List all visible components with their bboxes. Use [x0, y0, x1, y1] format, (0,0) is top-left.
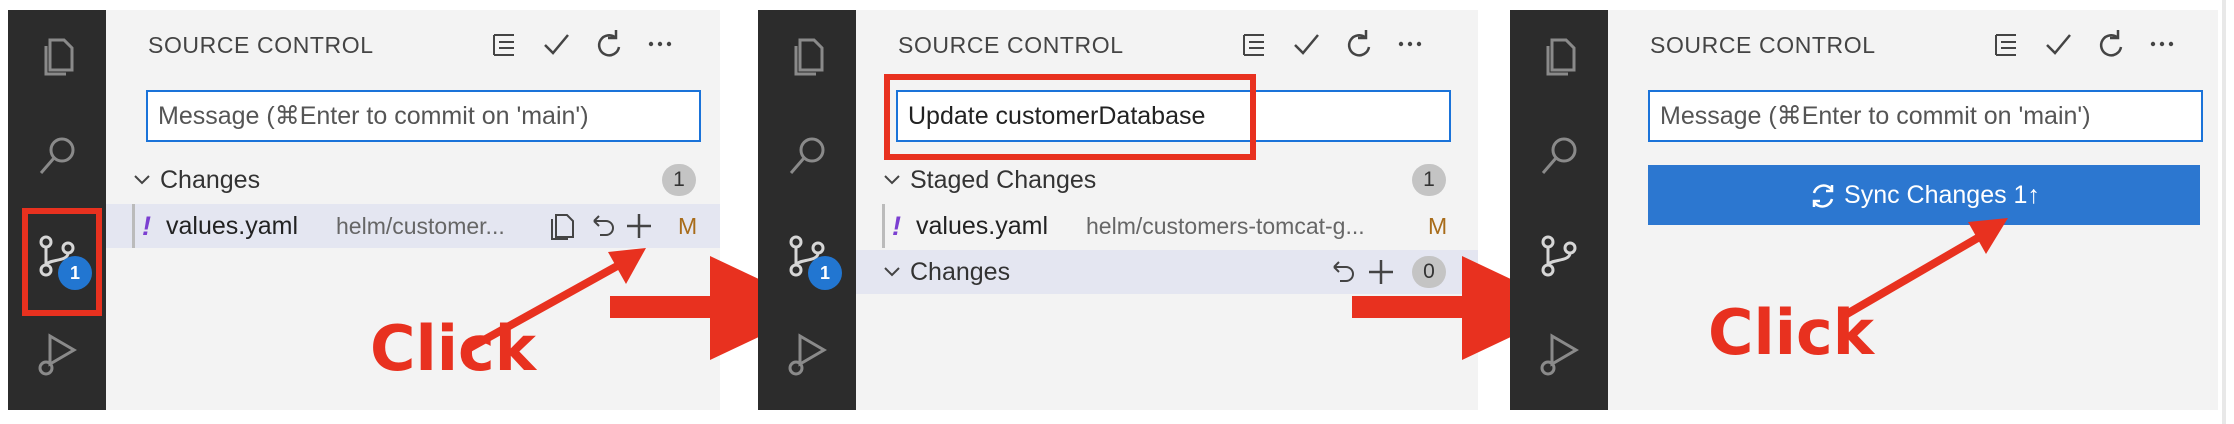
run-debug-icon[interactable] — [32, 328, 84, 380]
commit-message-input[interactable]: Message (⌘Enter to commit on 'main') — [146, 90, 701, 142]
activity-bar — [1510, 10, 1608, 410]
modified-status: M — [678, 213, 698, 239]
warning-marker: ! — [142, 211, 151, 241]
checkmark-icon[interactable] — [2040, 26, 2076, 62]
run-debug-icon[interactable] — [1534, 328, 1586, 380]
checkmark-icon[interactable] — [1288, 26, 1324, 62]
activity-bar: 1 — [8, 10, 106, 410]
refresh-icon[interactable] — [590, 26, 626, 62]
refresh-icon[interactable] — [2092, 26, 2128, 62]
changes-section-header[interactable]: Changes 1 — [106, 158, 720, 202]
checkmark-icon[interactable] — [538, 26, 574, 62]
staged-changes-label: Staged Changes — [910, 166, 1097, 194]
sync-changes-label: Sync Changes 1↑ — [1844, 181, 2040, 209]
search-icon[interactable] — [782, 130, 834, 182]
explorer-icon[interactable] — [782, 32, 834, 84]
staged-changes-count: 1 — [1412, 164, 1446, 196]
annotation-click-text: Click — [1708, 296, 1874, 369]
changes-count: 1 — [662, 164, 696, 196]
file-name: values.yaml — [916, 212, 1048, 240]
panel-3: SOURCE CONTROL Message (⌘Enter to commit… — [1510, 10, 2218, 410]
refresh-icon[interactable] — [1340, 26, 1376, 62]
panel-title: SOURCE CONTROL — [898, 32, 1124, 58]
panel-title: SOURCE CONTROL — [148, 32, 374, 58]
chevron-down-icon — [882, 250, 902, 308]
search-icon[interactable] — [1534, 130, 1586, 182]
right-scrollbar[interactable] — [2222, 0, 2226, 424]
tree-view-icon[interactable] — [1236, 26, 1272, 62]
annotation-click-text: Click — [370, 312, 536, 385]
run-debug-icon[interactable] — [782, 328, 834, 380]
source-control-icon[interactable] — [1534, 230, 1586, 282]
modified-status: M — [1428, 213, 1448, 239]
panel-title: SOURCE CONTROL — [1650, 32, 1876, 58]
file-path: helm/customers-tomcat-g... — [1086, 213, 1365, 239]
warning-marker: ! — [892, 211, 901, 241]
scm-toolbar — [1236, 26, 1456, 62]
highlight-box — [884, 74, 1256, 160]
more-icon[interactable] — [1392, 26, 1428, 62]
tree-view-icon[interactable] — [486, 26, 522, 62]
commit-message-input[interactable]: Message (⌘Enter to commit on 'main') — [1648, 90, 2203, 142]
explorer-icon[interactable] — [1534, 32, 1586, 84]
search-icon[interactable] — [32, 130, 84, 182]
more-icon[interactable] — [2144, 26, 2180, 62]
highlight-box — [22, 208, 102, 316]
file-name: values.yaml — [166, 212, 298, 240]
scm-toolbar — [486, 26, 706, 62]
scm-count-badge: 1 — [808, 256, 842, 290]
scm-toolbar — [1988, 26, 2208, 62]
more-icon[interactable] — [642, 26, 678, 62]
activity-bar: 1 — [758, 10, 856, 410]
explorer-icon[interactable] — [32, 32, 84, 84]
changes-label: Changes — [910, 258, 1011, 286]
tree-view-icon[interactable] — [1988, 26, 2024, 62]
file-row[interactable]: ! values.yaml helm/customers-tomcat-g...… — [856, 204, 1478, 248]
changes-label: Changes — [160, 166, 261, 194]
staged-changes-section-header[interactable]: Staged Changes 1 — [856, 158, 1478, 202]
